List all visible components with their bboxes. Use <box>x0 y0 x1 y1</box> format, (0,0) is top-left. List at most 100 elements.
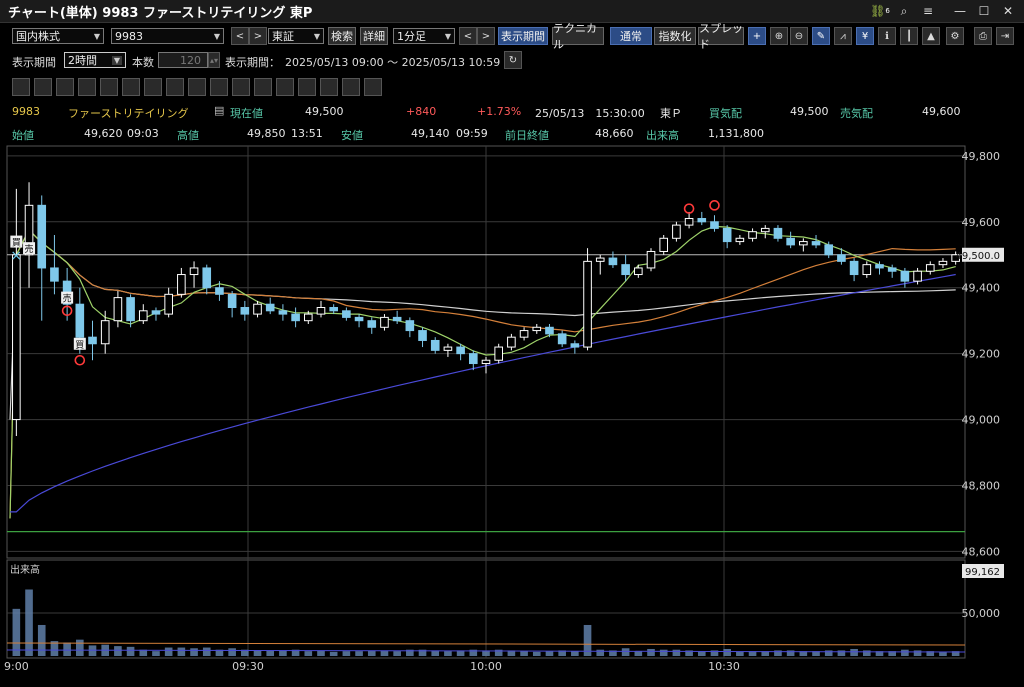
volume-bar <box>621 648 630 656</box>
open-value: 49,620 <box>84 127 123 140</box>
spread-button[interactable]: スプレッド <box>698 22 744 51</box>
circle-tool-icon[interactable] <box>166 78 184 96</box>
refresh-icon[interactable]: ↻ <box>504 51 522 69</box>
period-select[interactable]: 2時間 ▼ <box>64 52 126 68</box>
prev-symbol-button[interactable]: < <box>231 27 249 45</box>
yen-icon[interactable]: ¥ <box>856 27 874 45</box>
market-select[interactable]: 国内株式 ▼ <box>12 28 104 44</box>
volume-bar <box>177 647 186 656</box>
icon-text-tool-icon[interactable] <box>232 78 250 96</box>
fib-tool-icon[interactable] <box>100 78 118 96</box>
volume-bar <box>634 651 643 656</box>
candle-body <box>646 250 656 269</box>
paste-tool-icon[interactable] <box>276 78 294 96</box>
cross-marker: × <box>10 248 22 264</box>
volume-bar <box>926 651 935 656</box>
area-icon[interactable]: ▲ <box>922 27 940 45</box>
normal-button[interactable]: 通常 <box>610 27 652 45</box>
candle-body <box>380 316 389 328</box>
volume-bar <box>786 650 795 656</box>
candle-body <box>621 264 630 276</box>
title-bar: チャート(単体) 9983 ファーストリテイリング 東P ⛓ 6 ⌕ ≡ — ☐ … <box>0 0 1024 23</box>
volume-bar <box>812 651 820 656</box>
interval-select[interactable]: 1分足 ▼ <box>393 28 455 44</box>
sell-marker: 売 <box>23 242 36 255</box>
line-tool-icon[interactable] <box>12 78 30 96</box>
hline-tool-icon[interactable] <box>210 78 228 96</box>
prev-close-label: 前日終値 <box>505 129 549 142</box>
volume-bar <box>380 650 389 656</box>
candle-body <box>253 303 262 315</box>
price-chart: 出来高 49,800 49,600 49,400 49,200 49,000 48,800… <box>4 145 1004 673</box>
current-label: 現在値 <box>230 107 263 120</box>
volume-bar <box>37 624 46 656</box>
add-icon[interactable]: + <box>748 27 766 45</box>
candle-body <box>62 280 72 305</box>
vwap-line <box>10 273 956 513</box>
search-button[interactable]: 検索 <box>328 27 356 45</box>
next-period-button[interactable]: > <box>477 27 495 45</box>
hlines-tool-icon[interactable] <box>56 78 74 96</box>
channel-tool-icon[interactable] <box>122 78 140 96</box>
prev-period-button[interactable]: < <box>459 27 477 45</box>
copy-tool-icon[interactable] <box>254 78 272 96</box>
candle-body <box>291 313 300 322</box>
volume-bar <box>253 650 262 656</box>
vlines-tool-icon[interactable] <box>78 78 96 96</box>
period-select-value: 2時間 <box>68 54 97 67</box>
candle-body <box>392 316 402 322</box>
memo-icon[interactable]: ▤ <box>214 104 224 117</box>
bars-stepper[interactable]: ▴▾ <box>208 52 220 68</box>
info-icon[interactable]: ℹ <box>878 27 896 45</box>
export-icon[interactable]: ⇥ <box>996 27 1014 45</box>
volume-bar <box>545 651 554 656</box>
close-icon[interactable]: ✕ <box>996 0 1020 22</box>
detail-button[interactable]: 詳細 <box>360 27 388 45</box>
display-period-button[interactable]: 表示期間 <box>498 27 548 45</box>
undo-tool-icon[interactable] <box>320 78 338 96</box>
eraser-tool-icon[interactable] <box>298 78 316 96</box>
link-icon[interactable]: ⛓ 6 <box>868 0 892 22</box>
minimize-icon[interactable]: — <box>948 0 972 22</box>
bars-input[interactable]: 120 <box>158 52 208 68</box>
magnet-tool-icon[interactable] <box>342 78 360 96</box>
settings-tool-icon[interactable] <box>364 78 382 96</box>
pentagon-tool-icon[interactable] <box>144 78 162 96</box>
volume-bar <box>317 650 325 656</box>
volume-bar <box>761 651 770 656</box>
search-icon[interactable]: ⌕ <box>892 0 916 22</box>
quote-datetime: 25/05/13 15:30:00 <box>535 107 645 120</box>
volume-bar <box>799 651 808 656</box>
pen-icon[interactable]: ✎ <box>812 27 830 45</box>
next-symbol-button[interactable]: > <box>249 27 267 45</box>
maximize-icon[interactable]: ☐ <box>972 0 996 22</box>
candle-body <box>507 336 516 348</box>
candle-body <box>265 303 275 312</box>
low-time: 09:59 <box>456 127 488 140</box>
candle-body <box>481 359 491 365</box>
exchange-select[interactable]: 東証 ▼ <box>268 28 324 44</box>
zoom-in-icon[interactable]: ⊕ <box>770 27 788 45</box>
price-tick-label: 49,600 <box>962 216 1001 229</box>
candle-body <box>303 313 313 322</box>
technical-button[interactable]: テクニカル <box>552 22 604 51</box>
candle-body <box>354 316 364 322</box>
candle-body <box>126 297 135 322</box>
candle-body <box>177 274 186 295</box>
candle-body <box>862 264 872 276</box>
chart-style-icon[interactable]: ⩘ <box>834 27 852 45</box>
index-button[interactable]: 指数化 <box>654 27 696 45</box>
volume-bar <box>507 650 516 656</box>
signal-circle <box>61 305 73 317</box>
zoom-out-icon[interactable]: ⊖ <box>790 27 808 45</box>
volume-bar <box>152 651 160 656</box>
volume-bar <box>431 650 440 656</box>
rect-tool-icon[interactable] <box>188 78 206 96</box>
hline-multi-tool-icon[interactable] <box>34 78 52 96</box>
code-select[interactable]: 9983 ▼ <box>111 28 224 44</box>
low-value: 49,140 <box>411 127 450 140</box>
print-icon[interactable]: ⎙ <box>974 27 992 45</box>
candles-icon[interactable]: ┃ <box>900 27 918 45</box>
wrench-icon[interactable]: ⚙ <box>946 27 964 45</box>
menu-icon[interactable]: ≡ <box>916 0 940 22</box>
